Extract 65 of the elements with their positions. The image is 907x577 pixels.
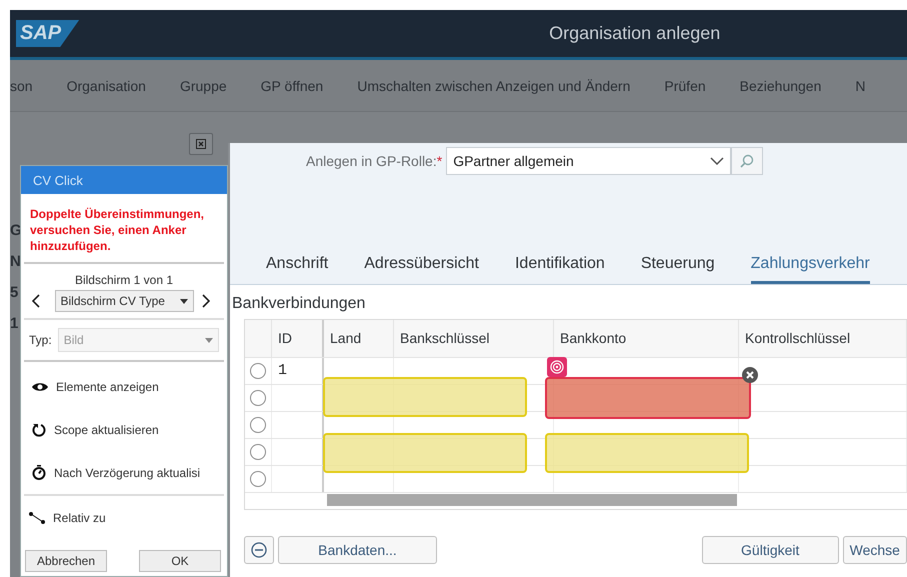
toolbar-item[interactable]: Umschalten zwischen Anzeigen und Ändern: [340, 78, 648, 94]
search-button[interactable]: [731, 147, 764, 175]
background-text: N: [10, 253, 21, 270]
caret-icon: [180, 298, 188, 304]
relative-action[interactable]: Relativ zu: [21, 496, 227, 539]
role-select[interactable]: GPartner allgemein: [446, 147, 732, 175]
field-label: Typ:: [29, 333, 52, 347]
toolbar-item[interactable]: N: [838, 78, 883, 94]
minus-circle-icon: [250, 542, 267, 558]
column-header: Bankkonto: [554, 320, 739, 357]
tab[interactable]: Adressübersicht: [364, 255, 479, 284]
action-button[interactable]: Wechse: [842, 536, 907, 564]
timer-icon: [32, 465, 46, 480]
row-radio[interactable]: [250, 471, 266, 487]
section-title: Bankverbindungen: [231, 294, 366, 314]
chevron-right-icon: [202, 294, 210, 308]
tab[interactable]: Identifikation: [514, 255, 605, 284]
field-label: Anlegen in GP-Rolle:: [306, 153, 437, 169]
panel-title: CV Click: [21, 166, 227, 194]
panel-action[interactable]: Nach Verzögerung aktualisi: [24, 451, 208, 494]
chevron-left-icon: [32, 294, 40, 308]
toolbar-item[interactable]: Prüfen: [647, 78, 723, 94]
panel-button[interactable]: Abbrechen: [25, 550, 107, 572]
close-icon[interactable]: [742, 367, 758, 383]
tab[interactable]: Steuerung: [640, 255, 715, 284]
close-button[interactable]: [189, 133, 213, 155]
panel-action[interactable]: Scope aktualisieren: [24, 408, 167, 451]
refresh-icon: [32, 422, 46, 436]
screen-counter: Bildschirm 1 von 1: [74, 272, 174, 287]
remove-button[interactable]: [244, 536, 274, 564]
tab[interactable]: Zahlungsverkehr: [750, 255, 870, 284]
error-message: Doppelte Übereinstimmungen, versuchen Sie, einen Anker hinzuzufügen.: [24, 194, 224, 264]
background-text: 1: [10, 315, 18, 332]
action-button[interactable]: Gültigkeit: [702, 536, 839, 564]
row-radio[interactable]: [250, 444, 266, 460]
row-radio[interactable]: [250, 417, 266, 433]
chevron-down-icon: [710, 157, 724, 165]
column-header: Land: [324, 320, 394, 357]
background-text: 5: [10, 284, 18, 301]
logo: SAP: [16, 20, 80, 47]
caret-icon: [205, 338, 213, 342]
window-title: Organisation anlegen: [549, 23, 720, 44]
close-icon: [196, 139, 206, 149]
column-header: Kontrollschlüssel: [739, 320, 907, 357]
target-icon: [547, 357, 567, 377]
toolbar-item[interactable]: GP öffnen: [244, 78, 340, 94]
tab[interactable]: Anschrift: [266, 255, 328, 284]
connector-icon: [29, 512, 45, 524]
action-button[interactable]: Bankdaten...: [278, 536, 438, 564]
toolbar-item[interactable]: Gruppe: [162, 78, 244, 94]
panel-action[interactable]: Elemente anzeigen: [24, 365, 167, 408]
column-header: Bankschlüssel: [394, 320, 554, 357]
background-text: G: [10, 222, 22, 239]
panel-button[interactable]: OK: [139, 550, 221, 572]
required-mark: *: [436, 153, 442, 169]
toolbar-item[interactable]: Organisation: [50, 78, 163, 94]
row-radio[interactable]: [250, 363, 266, 379]
toolbar-item[interactable]: son: [10, 78, 50, 94]
screen-select[interactable]: Bildschirm CV Type: [54, 290, 194, 312]
eye-icon: [32, 382, 48, 392]
search-icon: [740, 154, 754, 168]
column-header: ID: [272, 320, 324, 357]
row-radio[interactable]: [250, 390, 266, 406]
toolbar-item[interactable]: Beziehungen: [722, 78, 838, 94]
scrollbar[interactable]: [327, 494, 737, 506]
